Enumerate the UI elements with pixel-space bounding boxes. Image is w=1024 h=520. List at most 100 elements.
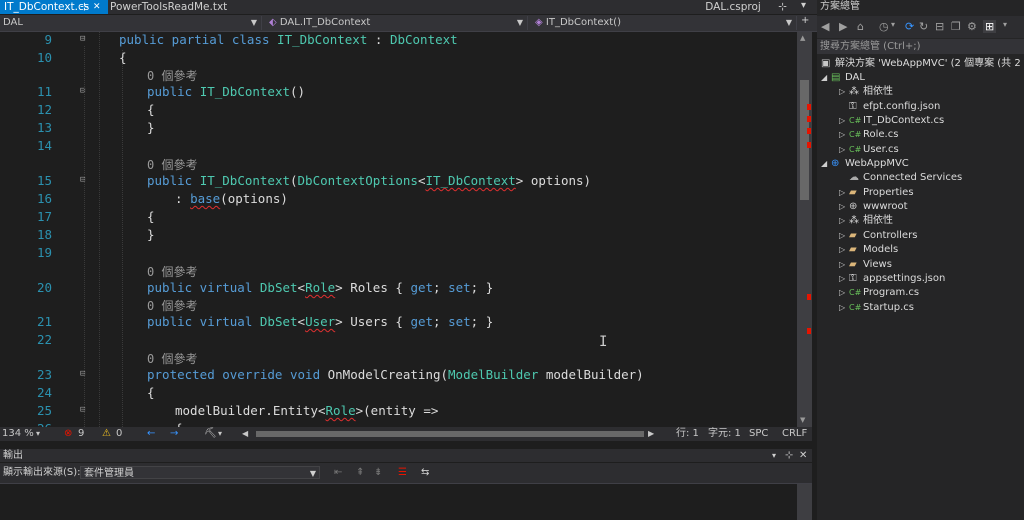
chevron-down-icon[interactable]: ▾ bbox=[891, 20, 895, 29]
expanded-arrow-icon[interactable]: ◢ bbox=[821, 157, 831, 171]
tree-item-file[interactable]: ▷ C# Role.cs bbox=[839, 128, 898, 142]
tree-item-dependencies[interactable]: ▷ ⁂ 相依性 bbox=[839, 214, 893, 228]
tab-powertools-readme[interactable]: PowerToolsReadMe.txt bbox=[106, 0, 231, 14]
close-icon[interactable]: ✕ bbox=[93, 0, 101, 14]
tab-dal-csproj[interactable]: DAL.csproj ⊹ bbox=[705, 0, 787, 14]
split-editor-icon[interactable]: + bbox=[801, 15, 809, 26]
scroll-right-icon[interactable]: ▶ bbox=[648, 427, 654, 441]
tree-item-dal[interactable]: ◢ ▤ DAL bbox=[821, 71, 865, 85]
preview-selected-icon[interactable]: ⊞ bbox=[983, 20, 997, 33]
codelens-reference-count[interactable]: 0 個參考 bbox=[147, 263, 197, 280]
collapsed-arrow-icon[interactable]: ▷ bbox=[839, 214, 849, 228]
line-indicator[interactable]: 行: 1 bbox=[676, 427, 699, 441]
scroll-down-icon[interactable]: ▼ bbox=[800, 416, 805, 424]
error-marker[interactable] bbox=[807, 128, 811, 134]
collapse-all-icon[interactable]: ⊟ bbox=[935, 20, 944, 33]
word-wrap-icon[interactable]: ⇆ bbox=[421, 463, 429, 483]
collapsed-arrow-icon[interactable]: ▷ bbox=[839, 301, 849, 315]
tree-item-folder[interactable]: ▷ ⊕ wwwroot bbox=[839, 200, 908, 214]
spacing-indicator[interactable]: SPC bbox=[749, 427, 768, 441]
class-dropdown[interactable]: ⬖ DAL.IT_DbContext ▼ bbox=[266, 16, 528, 30]
chevron-down-icon[interactable]: ▾ bbox=[772, 449, 776, 462]
collapsed-arrow-icon[interactable]: ▷ bbox=[839, 114, 849, 128]
zoom-level[interactable]: 134 % bbox=[2, 427, 34, 441]
collapsed-arrow-icon[interactable]: ▷ bbox=[839, 85, 849, 99]
collapsed-arrow-icon[interactable]: ▷ bbox=[839, 229, 849, 243]
tree-item-webappmvc[interactable]: ◢ ⊕ WebAppMVC bbox=[821, 157, 909, 171]
collapsed-arrow-icon[interactable]: ▷ bbox=[839, 143, 849, 157]
tree-item-folder[interactable]: ▷ ▰ Controllers bbox=[839, 229, 917, 243]
chevron-down-icon[interactable]: ▾ bbox=[1003, 20, 1007, 29]
tree-item-solution[interactable]: ▣ 解決方案 'WebAppMVC' (2 個專案 (共 2 個 bbox=[821, 57, 1024, 71]
next-message-icon[interactable]: ⇟ bbox=[374, 463, 382, 483]
find-message-icon[interactable]: ⇤ bbox=[334, 463, 342, 483]
brush-icon[interactable]: ⛏ bbox=[204, 427, 217, 441]
navigate-forward-icon[interactable]: → bbox=[170, 427, 178, 441]
codelens-reference-count[interactable]: 0 個參考 bbox=[147, 350, 197, 367]
error-marker[interactable] bbox=[807, 116, 811, 122]
codelens-reference-count[interactable]: 0 個參考 bbox=[147, 156, 197, 173]
collapsed-arrow-icon[interactable]: ▷ bbox=[839, 200, 849, 214]
back-icon[interactable]: ◀ bbox=[821, 20, 829, 33]
tab-overflow-icon[interactable]: ▾ bbox=[801, 0, 806, 11]
navigate-back-icon[interactable]: ← bbox=[147, 427, 155, 441]
codelens-reference-count[interactable]: 0 個參考 bbox=[147, 297, 197, 314]
error-marker[interactable] bbox=[807, 328, 811, 334]
error-marker[interactable] bbox=[807, 294, 811, 300]
clear-all-icon[interactable]: ☰ bbox=[398, 463, 407, 483]
collapsed-arrow-icon[interactable]: ▷ bbox=[839, 258, 849, 272]
tree-item-file[interactable]: ▷ ⚿ appsettings.json bbox=[839, 272, 945, 286]
code-editor[interactable]: 9 10 11 12 13 14 15 16 17 18 19 20 21 22… bbox=[0, 32, 797, 427]
collapsed-arrow-icon[interactable]: ▷ bbox=[839, 128, 849, 142]
warning-count[interactable]: 0 bbox=[116, 427, 122, 441]
tree-item-folder[interactable]: ▷ ▰ Models bbox=[839, 243, 898, 257]
project-dropdown[interactable]: DAL ▼ bbox=[0, 16, 262, 30]
tree-item-file[interactable]: ⚿ efpt.config.json bbox=[839, 100, 940, 114]
output-source-dropdown[interactable]: 套件管理員 ▼ bbox=[80, 466, 320, 479]
sync-icon[interactable]: ⟳ bbox=[905, 20, 914, 33]
pin-icon[interactable]: ⊹ bbox=[80, 0, 89, 14]
expanded-arrow-icon[interactable]: ◢ bbox=[821, 71, 831, 85]
tab-it-dbcontext[interactable]: IT_DbContext.cs ⊹ ✕ bbox=[0, 0, 108, 14]
scroll-left-icon[interactable]: ◀ bbox=[242, 427, 248, 441]
tree-item-folder[interactable]: ▷ ▰ Properties bbox=[839, 186, 914, 200]
output-scrollbar[interactable] bbox=[797, 484, 812, 520]
output-content[interactable] bbox=[0, 484, 797, 520]
member-dropdown[interactable]: ◈ IT_DbContext() ▼ bbox=[532, 16, 797, 30]
codelens-reference-count[interactable]: 0 個參考 bbox=[147, 67, 197, 84]
tree-item-file[interactable]: ▷ C# IT_DbContext.cs bbox=[839, 114, 944, 128]
previous-message-icon[interactable]: ⇞ bbox=[356, 463, 364, 483]
collapsed-arrow-icon[interactable]: ▷ bbox=[839, 286, 849, 300]
chevron-down-icon[interactable]: ▾ bbox=[36, 427, 40, 441]
refresh-icon[interactable]: ↻ bbox=[919, 20, 928, 33]
tree-item-file[interactable]: ▷ C# Program.cs bbox=[839, 286, 919, 300]
collapsed-arrow-icon[interactable]: ▷ bbox=[839, 272, 849, 286]
tree-item-folder[interactable]: ▷ ▰ Views bbox=[839, 258, 892, 272]
scroll-up-icon[interactable]: ▲ bbox=[800, 34, 805, 42]
forward-icon[interactable]: ▶ bbox=[839, 20, 847, 33]
line-ending-indicator[interactable]: CRLF bbox=[782, 427, 807, 441]
show-all-files-icon[interactable]: ❐ bbox=[951, 20, 961, 33]
tree-item-file[interactable]: ▷ C# Startup.cs bbox=[839, 301, 914, 315]
editor-vertical-scrollbar[interactable]: ▲ ▼ bbox=[797, 32, 812, 427]
solution-search-input[interactable]: 搜尋方案總管 (Ctrl+;) bbox=[817, 39, 1024, 54]
tree-item-file[interactable]: ▷ C# User.cs bbox=[839, 143, 899, 157]
collapsed-arrow-icon[interactable]: ▷ bbox=[839, 186, 849, 200]
error-marker[interactable] bbox=[807, 142, 811, 148]
column-indicator[interactable]: 字元: 1 bbox=[708, 427, 741, 441]
horizontal-scrollbar-thumb[interactable] bbox=[256, 431, 644, 437]
properties-icon[interactable]: ⚙ bbox=[967, 20, 977, 33]
pin-icon[interactable]: ⊹ bbox=[785, 449, 793, 462]
pin-icon[interactable]: ⊹ bbox=[778, 1, 787, 13]
collapsed-arrow-icon[interactable]: ▷ bbox=[839, 243, 849, 257]
collapse-icon[interactable]: ⊟ bbox=[80, 34, 85, 44]
close-icon[interactable]: ✕ bbox=[799, 449, 807, 462]
pending-changes-filter-icon[interactable]: ◷ bbox=[879, 20, 889, 33]
error-count[interactable]: 9 bbox=[78, 427, 84, 441]
home-icon[interactable]: ⌂ bbox=[857, 20, 864, 33]
tree-item-connected-services[interactable]: ☁ Connected Services bbox=[839, 171, 962, 185]
error-marker[interactable] bbox=[807, 104, 811, 110]
scrollbar-thumb[interactable] bbox=[800, 80, 809, 200]
chevron-down-icon[interactable]: ▾ bbox=[218, 427, 222, 441]
tree-item-dependencies[interactable]: ▷ ⁂ 相依性 bbox=[839, 85, 893, 99]
